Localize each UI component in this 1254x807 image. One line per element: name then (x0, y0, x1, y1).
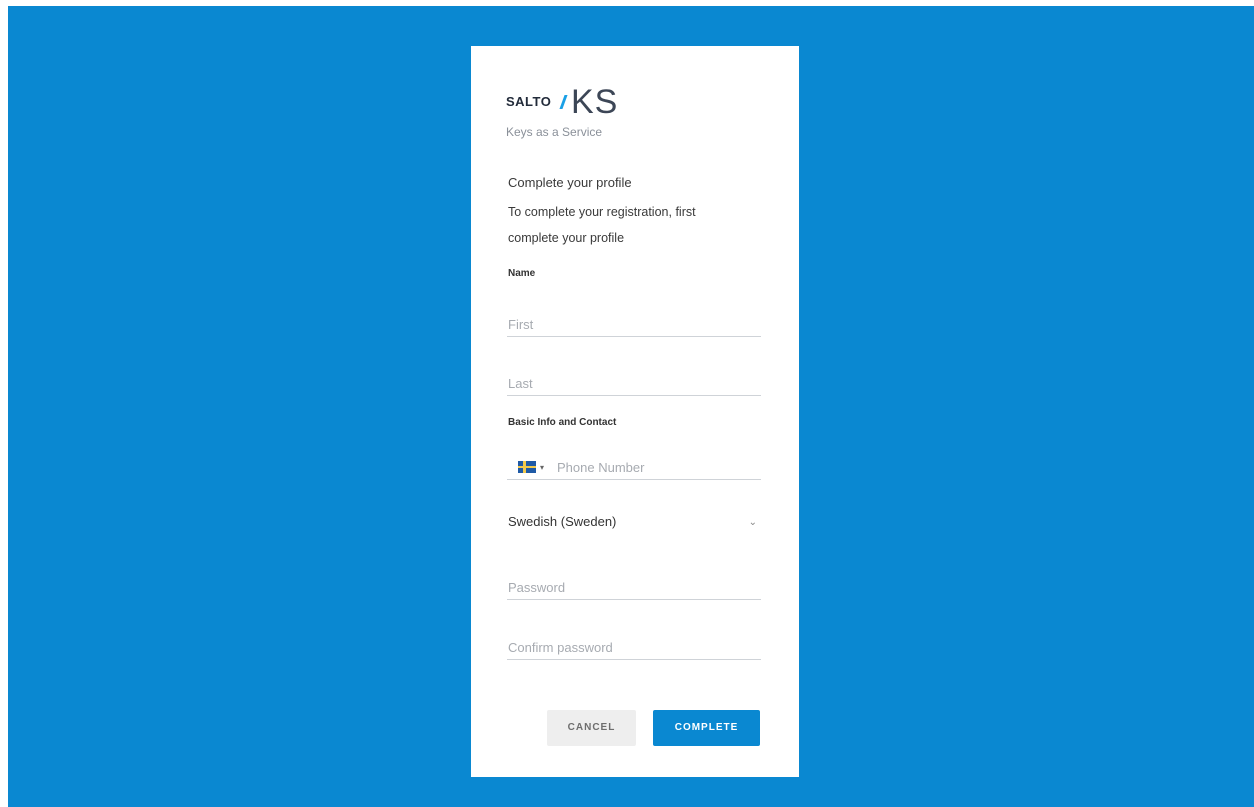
logo-slash-mark (559, 95, 568, 109)
logo-ks-text: KS (571, 83, 619, 121)
language-select[interactable]: Swedish (Sweden) ⌄ (507, 507, 761, 533)
chevron-down-icon[interactable]: ⌄ (749, 517, 757, 528)
phone-number-placeholder: Phone Number (557, 460, 645, 475)
last-name-field[interactable]: Last (507, 369, 761, 396)
last-name-placeholder: Last (508, 376, 533, 391)
phone-number-field[interactable]: ▾ Phone Number (507, 453, 761, 480)
logo-salto-text: SALTO (506, 94, 552, 109)
confirm-password-field[interactable]: Confirm password (507, 633, 761, 660)
complete-button[interactable]: COMPLETE (653, 710, 760, 746)
password-placeholder: Password (508, 580, 566, 595)
language-select-value: Swedish (Sweden) (508, 514, 617, 529)
page-subtitle: To complete your registration, first com… (508, 205, 696, 245)
first-name-field[interactable]: First (507, 310, 761, 337)
logo-tagline: Keys as a Service (506, 125, 603, 139)
sweden-flag-icon[interactable] (518, 461, 536, 473)
salto-ks-logo: SALTO KS Keys as a Service (506, 83, 666, 147)
confirm-password-placeholder: Confirm password (508, 640, 613, 655)
section-label-name: Name (508, 268, 536, 279)
cancel-button[interactable]: CANCEL (547, 710, 636, 746)
first-name-placeholder: First (508, 317, 534, 332)
page-background: SALTO KS Keys as a Service Complete your… (8, 6, 1254, 807)
password-field[interactable]: Password (507, 573, 761, 600)
page-title: Complete your profile (508, 175, 632, 190)
caret-down-icon[interactable]: ▾ (540, 463, 544, 472)
section-label-contact: Basic Info and Contact (508, 417, 617, 428)
profile-card: SALTO KS Keys as a Service Complete your… (471, 46, 799, 777)
